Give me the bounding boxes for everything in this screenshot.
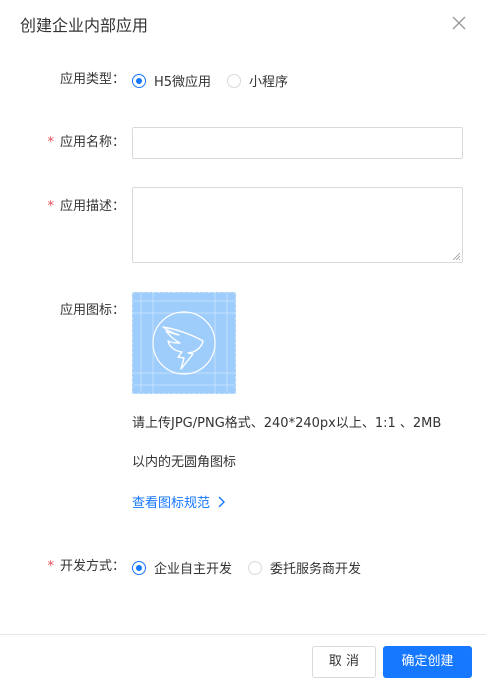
dingtalk-logo-icon [133, 293, 235, 393]
app-desc-label-text: 应用描述： [59, 199, 125, 214]
app-type-label-text: 应用类型： [59, 72, 125, 87]
icon-upload-area[interactable] [132, 292, 236, 394]
resize-handle-icon[interactable] [452, 252, 460, 260]
confirm-create-button[interactable]: 确定创建 [383, 646, 472, 678]
app-icon-label-text: 应用图标： [59, 303, 125, 318]
app-type-label: 应用类型： [60, 70, 125, 90]
radio-self-develop-label: 企业自主开发 [154, 562, 233, 577]
radio-h5-app[interactable]: H5微应用 [132, 71, 211, 90]
view-icon-spec-link[interactable]: 查看图标规范 [132, 494, 226, 514]
radio-h5-app-label: H5微应用 [154, 75, 212, 90]
radio-self-develop[interactable]: 企业自主开发 [132, 558, 232, 577]
app-icon-label: 应用图标： [60, 301, 125, 321]
dialog-title: 创建企业内部应用 [20, 16, 149, 35]
radio-checked-icon [132, 560, 146, 575]
radio-unchecked-icon [248, 560, 263, 575]
app-name-input[interactable] [132, 127, 463, 159]
radio-vendor-develop[interactable]: 委托服务商开发 [248, 558, 361, 577]
app-type-radio-group: H5微应用 小程序 [132, 71, 304, 90]
dev-mode-radio-group: 企业自主开发 委托服务商开发 [132, 558, 377, 577]
radio-checked-icon [132, 73, 146, 88]
view-icon-spec-label: 查看图标规范 [132, 496, 211, 511]
required-mark: * [47, 199, 54, 214]
app-name-label: * 应用名称： [47, 133, 125, 153]
radio-vendor-develop-label: 委托服务商开发 [270, 562, 362, 577]
radio-mini-program[interactable]: 小程序 [227, 71, 288, 90]
required-mark: * [47, 135, 54, 150]
create-app-dialog: 创建企业内部应用 应用类型： H5微应用 小程序 * 应用名称： * 应用描述： 应… [0, 0, 486, 685]
dev-mode-label: * 开发方式： [47, 557, 125, 577]
icon-hint-line1: 请上传JPG/PNG格式、240*240px以上、1:1 、2MB [132, 416, 442, 431]
app-desc-label: * 应用描述： [47, 197, 125, 217]
radio-mini-program-label: 小程序 [249, 75, 289, 90]
chevron-right-icon [218, 496, 226, 508]
radio-unchecked-icon [227, 73, 242, 88]
close-icon[interactable] [448, 12, 470, 34]
required-mark: * [47, 559, 54, 574]
app-desc-textarea[interactable] [132, 187, 463, 263]
icon-hint-line2: 以内的无圆角图标 [132, 455, 237, 470]
app-name-label-text: 应用名称： [59, 135, 125, 150]
dev-mode-label-text: 开发方式： [59, 559, 125, 574]
footer-divider [0, 634, 486, 635]
cancel-button[interactable]: 取 消 [312, 646, 376, 678]
